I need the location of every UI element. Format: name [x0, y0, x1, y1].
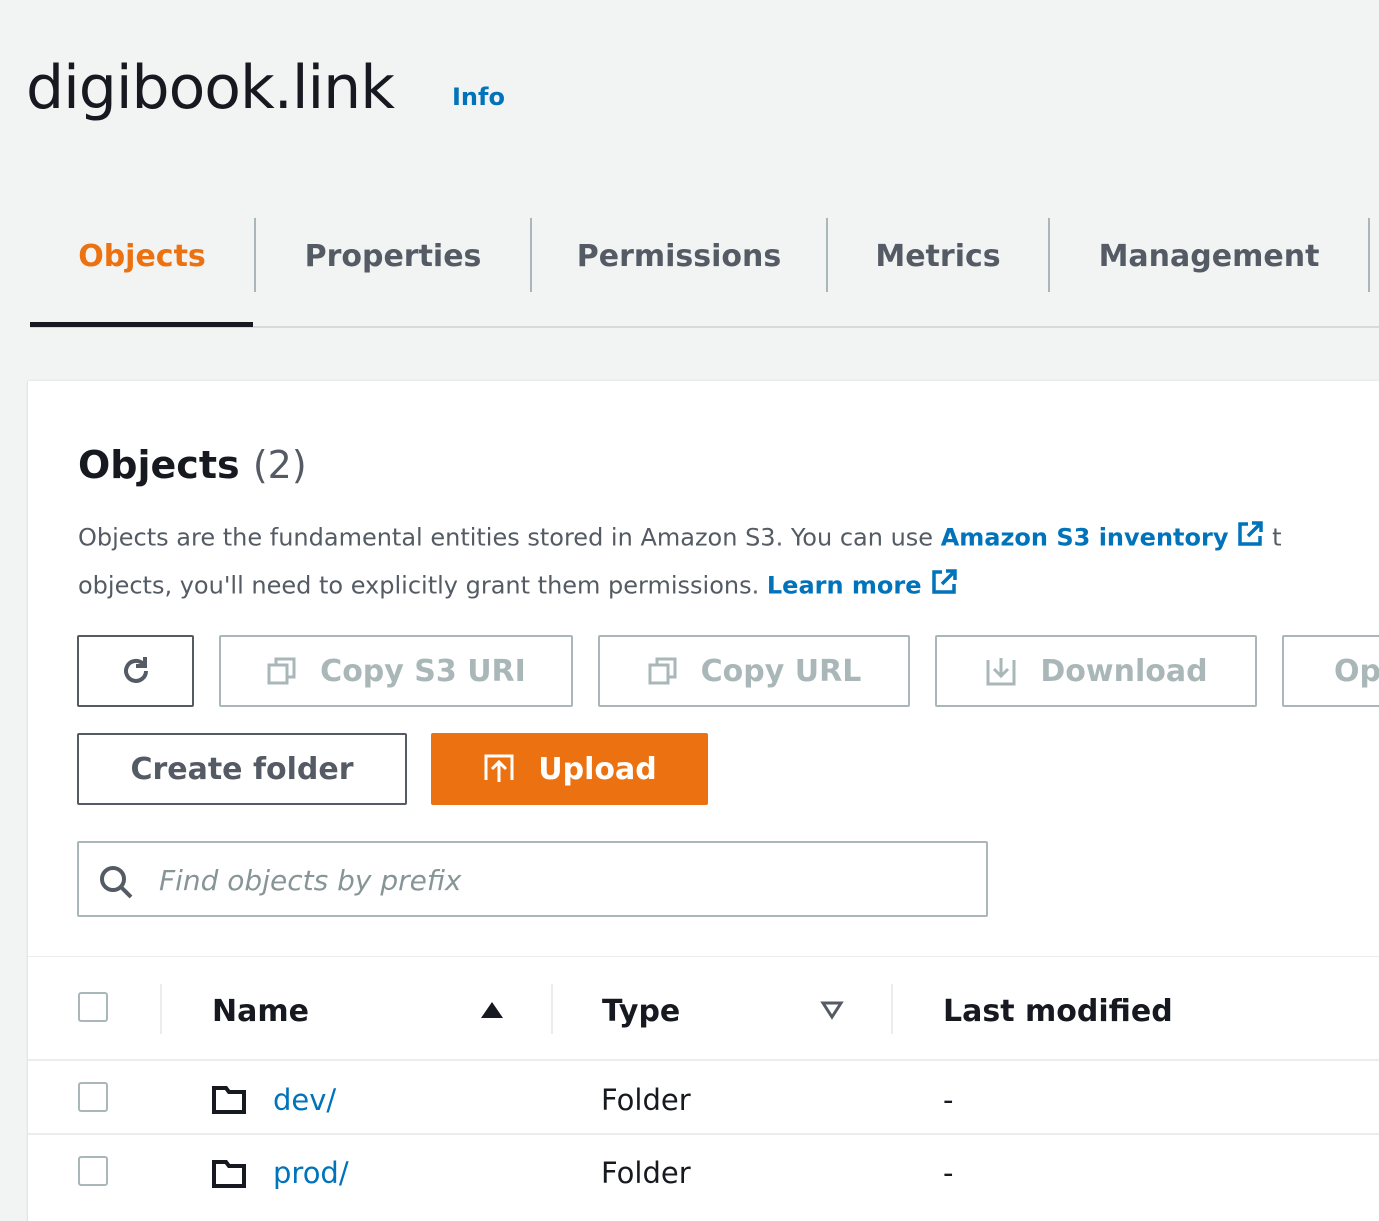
- table-top-border: [28, 956, 1379, 957]
- active-tab-indicator: [30, 322, 253, 327]
- external-link-icon: [1236, 520, 1264, 557]
- objects-heading: Objects (2): [78, 440, 307, 490]
- copy-url-label: Copy URL: [700, 653, 862, 689]
- column-header-name[interactable]: Name: [212, 986, 309, 1036]
- row-border: [28, 1133, 1379, 1135]
- create-folder-label: Create folder: [130, 751, 354, 787]
- tab-properties[interactable]: Properties: [256, 218, 530, 294]
- object-type: Folder: [601, 1083, 691, 1117]
- row-checkbox[interactable]: [78, 1082, 108, 1112]
- upload-icon: [484, 754, 514, 782]
- object-name-link[interactable]: prod/: [273, 1153, 349, 1193]
- folder-icon: [212, 1086, 246, 1114]
- header-row-border: [28, 1059, 1379, 1061]
- download-label: Download: [1040, 653, 1208, 689]
- copy-s3-uri-label: Copy S3 URI: [320, 653, 526, 689]
- folder-icon: [212, 1160, 246, 1188]
- column-divider: [891, 984, 893, 1034]
- description-line-2: objects, you'll need to explicitly grant…: [78, 568, 958, 605]
- open-button[interactable]: Op: [1282, 635, 1379, 707]
- upload-label: Upload: [538, 751, 657, 787]
- tab-objects[interactable]: Objects: [30, 218, 254, 294]
- download-icon: [986, 658, 1016, 686]
- column-header-type[interactable]: Type: [602, 986, 680, 1036]
- objects-heading-label: Objects: [78, 443, 240, 487]
- search-box: [77, 841, 988, 917]
- search-input[interactable]: [157, 853, 961, 907]
- object-type: Folder: [601, 1156, 691, 1190]
- description-text: Objects are the fundamental entities sto…: [78, 523, 941, 552]
- tab-divider: [1368, 218, 1370, 292]
- inventory-link[interactable]: Amazon S3 inventory: [941, 524, 1229, 552]
- learn-more-link[interactable]: Learn more: [767, 572, 922, 600]
- copy-url-button[interactable]: Copy URL: [598, 635, 910, 707]
- open-label: Op: [1334, 653, 1379, 689]
- tab-management[interactable]: Management: [1050, 218, 1368, 294]
- refresh-icon: [123, 657, 148, 683]
- info-link[interactable]: Info: [452, 82, 505, 112]
- column-header-last-modified[interactable]: Last modified: [943, 986, 1173, 1036]
- object-last-modified: -: [943, 1156, 954, 1190]
- column-divider: [160, 984, 162, 1034]
- external-link-icon: [930, 568, 958, 605]
- page-title: digibook.link: [26, 53, 395, 123]
- description-line-1: Objects are the fundamental entities sto…: [78, 520, 1282, 557]
- column-divider: [551, 984, 553, 1034]
- copy-icon: [267, 657, 296, 685]
- sort-descending-icon[interactable]: [818, 998, 846, 1022]
- tab-permissions[interactable]: Permissions: [532, 218, 826, 294]
- upload-button[interactable]: Upload: [431, 733, 708, 805]
- copy-s3-uri-button[interactable]: Copy S3 URI: [219, 635, 573, 707]
- description-text: objects, you'll need to explicitly grant…: [78, 571, 767, 600]
- sort-ascending-icon[interactable]: [478, 998, 506, 1022]
- refresh-button[interactable]: [77, 635, 194, 707]
- object-name-link[interactable]: dev/: [273, 1080, 336, 1120]
- create-folder-button[interactable]: Create folder: [77, 733, 407, 805]
- download-button[interactable]: Download: [935, 635, 1257, 707]
- search-icon: [100, 866, 133, 899]
- row-checkbox[interactable]: [78, 1156, 108, 1186]
- tab-metrics[interactable]: Metrics: [828, 218, 1048, 294]
- description-trail: t: [1272, 523, 1282, 552]
- object-last-modified: -: [943, 1083, 954, 1117]
- tab-bar: Objects Properties Permissions Metrics M…: [30, 218, 1379, 328]
- objects-count: (2): [252, 443, 307, 487]
- select-all-checkbox[interactable]: [78, 992, 108, 1022]
- copy-icon: [648, 657, 677, 685]
